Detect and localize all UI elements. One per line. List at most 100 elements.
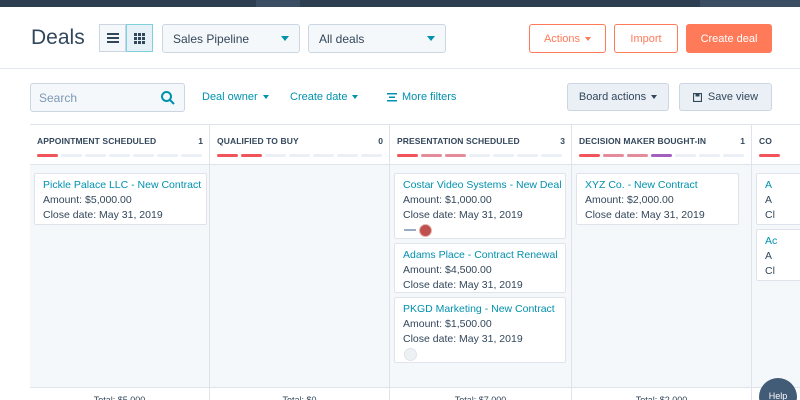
deal-card[interactable]: Costar Video Systems - New Deal Amount: … bbox=[394, 173, 566, 239]
chevron-down-icon bbox=[262, 95, 269, 99]
deal-card-close-date: Cl bbox=[765, 209, 775, 221]
deal-card-title[interactable]: Ac bbox=[765, 235, 800, 247]
pipeline-select-value: Sales Pipeline bbox=[173, 31, 250, 46]
save-view-label: Save view bbox=[707, 91, 759, 103]
column-header: PRESENTATION SCHEDULED 3 bbox=[390, 125, 571, 165]
stage-column-qualified-to-buy: QUALIFIED TO BUY 0 Total: $0 bbox=[210, 125, 390, 400]
create-deal-button-label: Create deal bbox=[700, 32, 758, 45]
stage-probability-bars bbox=[37, 154, 202, 157]
deal-card-title[interactable]: XYZ Co. - New Contract bbox=[585, 179, 730, 191]
column-title: QUALIFIED TO BUY bbox=[217, 136, 299, 146]
list-view-button[interactable] bbox=[99, 24, 126, 52]
actions-button-label: Actions bbox=[543, 32, 581, 45]
create-deal-button[interactable]: Create deal bbox=[686, 24, 772, 53]
deal-card-title[interactable]: A bbox=[765, 179, 800, 191]
deal-card[interactable]: Pickle Palace LLC - New Contract Amount:… bbox=[34, 173, 207, 225]
deal-card[interactable]: PKGD Marketing - New Contract Amount: $1… bbox=[394, 297, 566, 363]
board-actions-button[interactable]: Board actions bbox=[567, 83, 669, 111]
filter-bar: Search Deal owner Create date More filte… bbox=[0, 70, 800, 124]
stage-probability-bars bbox=[579, 154, 744, 157]
search-placeholder: Search bbox=[39, 90, 78, 105]
column-title: APPOINTMENT SCHEDULED bbox=[37, 136, 157, 146]
stage-column-partial: CO A A Cl Ac A Cl bbox=[752, 125, 800, 400]
stage-column-appointment-scheduled: APPOINTMENT SCHEDULED 1 Pickle Palace LL… bbox=[30, 125, 210, 400]
board-view-button[interactable] bbox=[126, 24, 153, 52]
deal-card[interactable]: A A Cl bbox=[756, 173, 800, 225]
deal-owner-filter[interactable]: Deal owner bbox=[202, 91, 269, 103]
deal-card-amount: Amount: $1,000.00 bbox=[403, 194, 492, 206]
column-header: APPOINTMENT SCHEDULED 1 bbox=[30, 125, 209, 165]
deal-card-title[interactable]: Adams Place - Contract Renewal bbox=[403, 249, 558, 261]
column-title: CO bbox=[759, 136, 772, 146]
deal-card-amount: Amount: $5,000.00 bbox=[43, 194, 132, 206]
pipeline-select[interactable]: Sales Pipeline bbox=[162, 24, 300, 53]
stage-probability-bars bbox=[217, 154, 382, 157]
chevron-down-icon bbox=[651, 95, 658, 99]
stage-column-presentation-scheduled: PRESENTATION SCHEDULED 3 Costar Video Sy… bbox=[390, 125, 572, 400]
chevron-down-icon bbox=[585, 36, 592, 41]
stage-probability-bars bbox=[759, 154, 780, 157]
deal-card-amount: Amount: $1,500.00 bbox=[403, 318, 492, 330]
save-view-button[interactable]: Save view bbox=[679, 83, 772, 111]
deal-card-close-date: Close date: May 31, 2019 bbox=[43, 209, 163, 221]
more-filters-link[interactable]: More filters bbox=[387, 91, 456, 103]
column-count: 1 bbox=[198, 136, 203, 146]
page-title: Deals bbox=[31, 26, 85, 49]
view-toggle bbox=[99, 24, 153, 52]
deal-card-close-date: Close date: May 31, 2019 bbox=[585, 209, 705, 221]
column-header: DECISION MAKER BOUGHT-IN 1 bbox=[572, 125, 751, 165]
column-total: Total: $2,000 bbox=[572, 387, 751, 400]
stage-probability-bars bbox=[397, 154, 562, 157]
owner-line bbox=[404, 229, 416, 231]
deal-card-close-date: Cl bbox=[765, 265, 775, 277]
deal-card-amount: Amount: $4,500.00 bbox=[403, 264, 492, 276]
column-count: 1 bbox=[740, 136, 745, 146]
top-nav-segment bbox=[256, 0, 300, 7]
top-nav-bar bbox=[0, 0, 800, 7]
view-select-value: All deals bbox=[319, 31, 365, 46]
list-icon bbox=[106, 33, 119, 43]
help-label: Help bbox=[768, 391, 788, 400]
filter-lines-icon bbox=[387, 92, 397, 101]
stage-column-decision-maker-bought-in: DECISION MAKER BOUGHT-IN 1 XYZ Co. - New… bbox=[572, 125, 752, 400]
deal-card-amount: A bbox=[765, 194, 773, 206]
grid-icon bbox=[134, 32, 145, 44]
deal-card-close-date: Close date: May 31, 2019 bbox=[403, 333, 523, 345]
column-total: Total: $7,000 bbox=[390, 387, 571, 400]
create-date-label: Create date bbox=[290, 91, 348, 103]
deal-card[interactable]: XYZ Co. - New Contract Amount: $2,000.00… bbox=[576, 173, 739, 225]
deal-card-title[interactable]: PKGD Marketing - New Contract bbox=[403, 303, 557, 315]
chevron-down-icon bbox=[352, 95, 359, 99]
view-select[interactable]: All deals bbox=[308, 24, 446, 53]
column-header: CO bbox=[752, 125, 800, 165]
page-header: Deals Sales Pipeline All deals Actions I… bbox=[0, 7, 800, 69]
save-icon bbox=[692, 92, 702, 102]
search-input[interactable]: Search bbox=[30, 83, 185, 112]
import-button-label: Import bbox=[630, 32, 662, 45]
deal-card-title[interactable]: Costar Video Systems - New Deal bbox=[403, 179, 562, 191]
board-actions-label: Board actions bbox=[578, 91, 647, 103]
deal-card-close-date: Close date: May 31, 2019 bbox=[403, 279, 523, 291]
import-button[interactable]: Import bbox=[614, 24, 678, 53]
create-date-filter[interactable]: Create date bbox=[290, 91, 359, 103]
deal-card[interactable]: Adams Place - Contract Renewal Amount: $… bbox=[394, 243, 566, 293]
owner-avatar[interactable] bbox=[404, 348, 417, 361]
column-total: Total: $0 bbox=[210, 387, 389, 400]
deal-card-amount: A bbox=[765, 250, 773, 262]
owner-avatar[interactable] bbox=[419, 224, 432, 237]
more-filters-label: More filters bbox=[402, 91, 457, 103]
deals-board: APPOINTMENT SCHEDULED 1 Pickle Palace LL… bbox=[30, 124, 800, 400]
deal-card-title[interactable]: Pickle Palace LLC - New Contract bbox=[43, 179, 201, 191]
top-nav-segment bbox=[700, 0, 800, 7]
column-title: PRESENTATION SCHEDULED bbox=[397, 136, 520, 146]
deal-card[interactable]: Ac A Cl bbox=[756, 229, 800, 281]
column-count: 0 bbox=[378, 136, 383, 146]
search-icon bbox=[161, 91, 175, 105]
chevron-down-icon bbox=[281, 36, 289, 41]
chevron-down-icon bbox=[427, 36, 435, 41]
deal-owner-label: Deal owner bbox=[202, 91, 258, 103]
column-count: 3 bbox=[560, 136, 565, 146]
actions-button[interactable]: Actions bbox=[529, 24, 606, 53]
column-total: Total: $5,000 bbox=[30, 387, 209, 400]
column-header: QUALIFIED TO BUY 0 bbox=[210, 125, 389, 165]
